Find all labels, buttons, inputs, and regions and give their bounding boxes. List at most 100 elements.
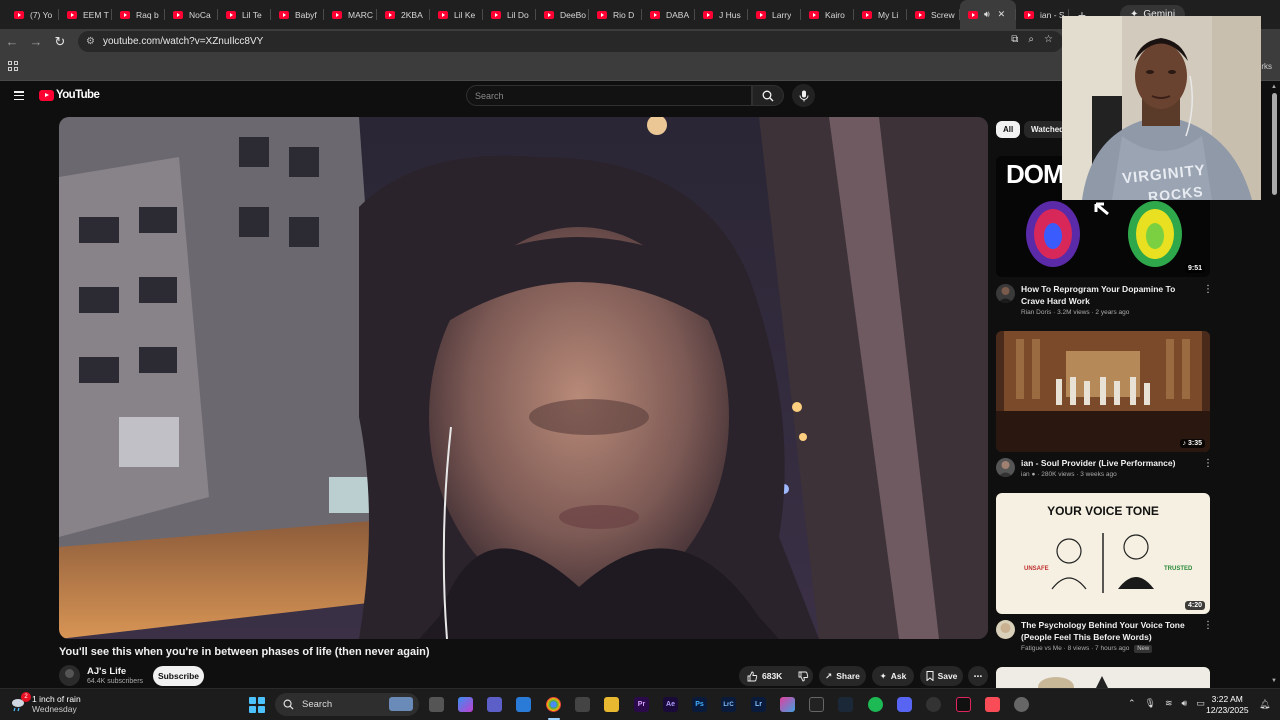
browser-tab[interactable]: Screw (907, 0, 960, 29)
notification-bell-icon[interactable]: 🔔︎ (1259, 699, 1270, 710)
more-vert-icon[interactable]: ⋮ (1203, 621, 1213, 631)
address-bar[interactable]: ⚙ youtube.com/watch?v=XZnuIlcc8VY ⧉ ⌕ ☆ (78, 31, 1063, 52)
speaker-icon[interactable]: 🔊︎ (984, 9, 990, 20)
windows-start-icon[interactable] (249, 697, 265, 713)
browser-tab[interactable]: DeeBo (536, 0, 589, 29)
volume-icon[interactable]: 🔊︎ (1182, 698, 1188, 709)
photos-icon[interactable] (516, 697, 531, 712)
shorts-icon: ♪ (1182, 440, 1187, 447)
subscribe-button[interactable]: Subscribe (153, 666, 204, 686)
browser-tab-active[interactable]: 🔊︎ ✕ (960, 0, 1016, 29)
copilot-icon[interactable] (458, 697, 473, 712)
file-explorer-icon[interactable] (604, 697, 619, 712)
wifi-icon[interactable]: ≋ (1165, 698, 1173, 709)
save-button[interactable]: Save (920, 666, 963, 686)
recommendation-channel[interactable]: Rian Doris (1021, 309, 1051, 316)
browser-tab[interactable]: Lil Do (483, 0, 536, 29)
video-player[interactable] (59, 117, 988, 639)
photoshop-icon[interactable]: Ps (692, 697, 707, 712)
dislike-button[interactable] (790, 666, 817, 686)
browser-tab[interactable]: Babyf (271, 0, 324, 29)
taskbar-clock[interactable]: 3:22 AM 12/23/2025 (1206, 694, 1249, 716)
scroll-up-icon[interactable]: ▲ (1271, 84, 1277, 90)
after-effects-icon[interactable]: Ae (663, 697, 678, 712)
recommendation-title[interactable]: How To Reprogram Your Dopamine To Crave … (1021, 284, 1197, 307)
obs-icon[interactable] (926, 697, 941, 712)
battery-icon[interactable]: ▭ (1196, 698, 1205, 709)
search-input[interactable]: Search (466, 85, 752, 106)
apps-grid-icon[interactable] (8, 61, 18, 71)
channel-avatar[interactable] (996, 620, 1015, 639)
recommendation-thumbnail[interactable] (996, 667, 1210, 688)
browser-tab[interactable]: (7) Yo (6, 0, 59, 29)
bookmark-star-icon[interactable]: ☆ (1044, 34, 1053, 45)
youtube-logo[interactable]: YouTube (39, 89, 100, 101)
browser-tab[interactable]: J Hus (695, 0, 748, 29)
chrome-icon[interactable] (546, 697, 561, 712)
channel-avatar[interactable] (996, 458, 1015, 477)
microphone-icon[interactable]: 🎙︎ (1145, 698, 1156, 709)
hamburger-menu-icon[interactable] (14, 91, 24, 100)
recommendation-channel[interactable]: ian (1021, 471, 1030, 478)
like-button[interactable]: 683K (739, 666, 790, 686)
more-vert-icon[interactable]: ⋮ (1203, 459, 1213, 469)
task-view-icon[interactable] (429, 697, 444, 712)
browser-tab[interactable]: Kairo (801, 0, 854, 29)
epic-games-icon[interactable] (809, 697, 824, 712)
app-icon[interactable] (780, 697, 795, 712)
channel-avatar[interactable] (996, 284, 1015, 303)
reload-icon[interactable]: ↻ (48, 34, 72, 50)
browser-tab[interactable]: Lil Ke (430, 0, 483, 29)
youtube-favicon-icon (332, 10, 342, 19)
taskbar-search[interactable]: Search (275, 693, 419, 716)
browser-tab[interactable]: MARC (324, 0, 377, 29)
browser-tab[interactable]: NoCa (165, 0, 218, 29)
share-button[interactable]: ↗ Share (819, 666, 866, 686)
discord-icon[interactable] (897, 697, 912, 712)
browser-tab[interactable]: Larry (748, 0, 801, 29)
site-info-icon[interactable]: ⚙ (86, 36, 95, 47)
thumbs-down-icon (798, 671, 809, 681)
close-icon[interactable]: ✕ (998, 9, 1006, 20)
teams-icon[interactable] (487, 697, 502, 712)
recommendation-title[interactable]: ian - Soul Provider (Live Performance) (1021, 458, 1197, 470)
voice-search-button[interactable] (792, 84, 815, 107)
ask-button[interactable]: ✦ Ask (872, 666, 914, 686)
channel-avatar[interactable] (59, 665, 80, 686)
browser-tab[interactable]: Raq b (112, 0, 165, 29)
chevron-up-icon[interactable]: ⌃ (1128, 698, 1136, 709)
settings-icon[interactable] (1014, 697, 1029, 712)
lightroom-icon[interactable]: Lr (751, 697, 766, 712)
premiere-icon[interactable]: Pr (634, 697, 649, 712)
more-vert-icon[interactable]: ⋮ (1203, 285, 1213, 295)
weather-widget[interactable]: 2 1 inch of rain Wednesday (10, 692, 81, 714)
steam-icon[interactable] (838, 697, 853, 712)
browser-tab[interactable]: EEM T (59, 0, 112, 29)
browser-tab[interactable]: Lil Te (218, 0, 271, 29)
zoom-icon[interactable]: ⌕ (1028, 34, 1034, 45)
channel-name[interactable]: AJ's Life (87, 666, 126, 677)
recommendation-thumbnail[interactable]: YOUR VOICE TONE UNSAFE TRUSTED 4:20 (996, 493, 1210, 614)
browser-tab[interactable]: 2KBA (377, 0, 430, 29)
recommendation-title[interactable]: The Psychology Behind Your Voice Tone (P… (1021, 620, 1197, 643)
browser-tab[interactable]: My Li (854, 0, 907, 29)
search-button[interactable] (752, 85, 784, 106)
tab-title: DABA (666, 9, 690, 20)
scrollbar-thumb[interactable] (1272, 93, 1277, 195)
spotify-icon[interactable] (868, 697, 883, 712)
forward-icon[interactable]: → (24, 34, 48, 49)
music-icon[interactable] (985, 697, 1000, 712)
browser-tab[interactable]: DABA (642, 0, 695, 29)
snipping-tool-icon[interactable] (575, 697, 590, 712)
back-icon[interactable]: ← (0, 34, 24, 49)
chip-all[interactable]: All (996, 121, 1021, 138)
recommendation-thumbnail[interactable]: ♪ 3:35 (996, 331, 1210, 452)
lightroom-classic-icon[interactable]: LrC (721, 697, 736, 712)
scroll-down-icon[interactable]: ▼ (1271, 678, 1277, 684)
more-actions-button[interactable]: ⋯ (968, 666, 988, 686)
browser-tab[interactable]: Rio D (589, 0, 642, 29)
recommendation-channel[interactable]: Fatigue vs Me (1021, 645, 1062, 652)
install-app-icon[interactable]: ⧉ (1011, 34, 1018, 45)
tiktok-icon[interactable] (956, 697, 971, 712)
all-bookmarks-label[interactable]: rks (1261, 62, 1272, 71)
